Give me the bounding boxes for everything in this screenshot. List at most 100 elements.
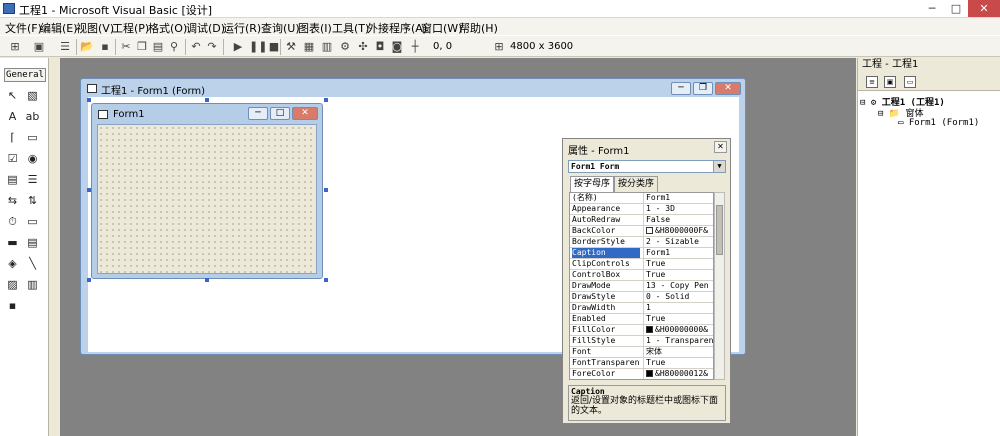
minimize-button[interactable]: ─ — [920, 0, 944, 17]
view-object-icon[interactable]: ▣ — [884, 76, 896, 88]
checkbox-tool-icon[interactable]: ☑ — [5, 151, 20, 166]
hscrollbar-tool-icon[interactable]: ⇆ — [5, 193, 20, 208]
menu-format[interactable]: 格式(O) — [148, 20, 187, 36]
property-value[interactable]: 1 - Transparent — [643, 336, 713, 346]
property-row[interactable]: DrawStyle 0 - Solid — [570, 292, 713, 303]
line-tool-icon[interactable]: ╲ — [25, 256, 40, 271]
vscrollbar-tool-icon[interactable]: ⇅ — [25, 193, 40, 208]
menu-editor-icon[interactable]: ☰ — [58, 40, 72, 53]
end-icon[interactable]: ■ — [267, 40, 281, 53]
property-row[interactable]: AutoRedraw False — [570, 215, 713, 226]
object-browser-icon[interactable]: ⚙ — [338, 40, 352, 53]
property-value[interactable]: &H8000000F& — [643, 226, 713, 236]
commandbutton-tool-icon[interactable]: ▭ — [25, 130, 40, 145]
picturebox-tool-icon[interactable]: ▧ — [25, 88, 40, 103]
cut-icon[interactable]: ✂ — [119, 40, 133, 53]
break-icon[interactable]: ❚❚ — [249, 40, 267, 53]
designer-minimize-button[interactable]: ─ — [671, 82, 691, 95]
tab-alphabetic[interactable]: 按字母序 — [570, 176, 615, 192]
form-layout-icon[interactable]: ▥ — [320, 40, 334, 53]
maximize-button[interactable]: □ — [944, 0, 968, 17]
resize-handle[interactable] — [324, 188, 328, 192]
listbox-tool-icon[interactable]: ☰ — [25, 172, 40, 187]
object-selector-combo[interactable]: Form1 Form ▼ — [568, 160, 726, 173]
property-value[interactable]: 1 - 3D — [643, 204, 713, 214]
properties-close-button[interactable]: ✕ — [714, 141, 727, 153]
add-project-icon[interactable]: ⊞ — [8, 40, 22, 53]
menu-file[interactable]: 文件(F) — [5, 20, 42, 36]
menu-edit[interactable]: 编辑(E) — [40, 20, 78, 36]
menu-tools[interactable]: 工具(T) — [332, 20, 369, 36]
component-manager-icon[interactable]: ◙ — [390, 40, 404, 53]
label-tool-icon[interactable]: A — [5, 109, 20, 124]
menu-view[interactable]: 视图(V) — [76, 20, 114, 36]
pointer-tool-icon[interactable]: ↖ — [5, 88, 20, 103]
property-value[interactable]: 1 — [643, 303, 713, 313]
tab-categorized[interactable]: 按分类序 — [614, 176, 659, 192]
form1-grid-surface[interactable] — [97, 124, 317, 274]
property-value[interactable]: &H80000012& — [643, 369, 713, 379]
property-row[interactable]: Font 宋体 — [570, 347, 713, 358]
property-row[interactable]: Enabled True — [570, 314, 713, 325]
resize-handle[interactable] — [87, 98, 91, 102]
menu-diagram[interactable]: 图表(I) — [298, 20, 332, 36]
ole-tool-icon[interactable]: ▪ — [5, 298, 20, 313]
dirlistbox-tool-icon[interactable]: ▬ — [5, 235, 20, 250]
copy-icon[interactable]: ❐ — [135, 40, 149, 53]
property-value[interactable]: 宋体 — [643, 347, 713, 357]
toggle-folders-icon[interactable]: ▭ — [904, 76, 916, 88]
image-tool-icon[interactable]: ▨ — [5, 277, 20, 292]
property-row[interactable]: FillColor &H00000000& — [570, 325, 713, 336]
resize-handle[interactable] — [324, 278, 328, 282]
property-row[interactable]: FontTransparent True — [570, 358, 713, 369]
resize-handle[interactable] — [87, 278, 91, 282]
resize-handle[interactable] — [205, 98, 209, 102]
property-grid-scrollbar[interactable] — [714, 192, 725, 380]
property-row[interactable]: (名称) Form1 — [570, 193, 713, 204]
property-value[interactable]: 2 - Sizable — [643, 237, 713, 247]
menu-query[interactable]: 查询(U) — [261, 20, 300, 36]
undo-icon[interactable]: ↶ — [189, 40, 203, 53]
property-value[interactable]: True — [643, 270, 713, 280]
view-code-icon[interactable]: ≡ — [866, 76, 878, 88]
form1-close-button[interactable]: ✕ — [292, 107, 318, 120]
property-value[interactable]: True — [643, 358, 713, 368]
open-project-icon[interactable]: 📂 — [80, 40, 94, 53]
close-button[interactable]: ✕ — [968, 0, 1000, 17]
timer-tool-icon[interactable]: ⏱ — [5, 214, 20, 229]
shape-tool-icon[interactable]: ◈ — [5, 256, 20, 271]
property-row[interactable]: BackColor &H8000000F& — [570, 226, 713, 237]
start-icon[interactable]: ▶ — [231, 40, 245, 53]
properties-window-icon[interactable]: ▦ — [302, 40, 316, 53]
menu-run[interactable]: 运行(R) — [223, 20, 261, 36]
menu-help[interactable]: 帮助(H) — [459, 20, 498, 36]
property-value[interactable]: False — [643, 215, 713, 225]
tree-node-form1[interactable]: ▭ Form1 (Form1) — [898, 118, 979, 128]
form1-window[interactable]: Form1 ─ □ ✕ — [91, 103, 323, 279]
property-row[interactable]: DrawMode 13 - Copy Pen — [570, 281, 713, 292]
chevron-down-icon[interactable]: ▼ — [713, 161, 725, 172]
redo-icon[interactable]: ↷ — [205, 40, 219, 53]
toolbox-tab-general[interactable]: General — [4, 68, 46, 82]
property-value[interactable]: Form1 — [643, 248, 713, 258]
property-row[interactable]: ForeColor &H80000012& — [570, 369, 713, 379]
property-row[interactable]: Caption Form1 — [570, 248, 713, 259]
property-row[interactable]: BorderStyle 2 - Sizable — [570, 237, 713, 248]
property-row[interactable]: ClipControls True — [570, 259, 713, 270]
scrollbar-thumb[interactable] — [716, 205, 723, 255]
property-row[interactable]: DrawWidth 1 — [570, 303, 713, 314]
optionbutton-tool-icon[interactable]: ◉ — [25, 151, 40, 166]
designer-restore-button[interactable]: ❐ — [693, 82, 713, 95]
property-row[interactable]: FillStyle 1 - Transparent — [570, 336, 713, 347]
property-value[interactable]: 0 - Solid — [643, 292, 713, 302]
paste-icon[interactable]: ▤ — [151, 40, 165, 53]
property-value[interactable]: True — [643, 314, 713, 324]
property-row[interactable]: Appearance 1 - 3D — [570, 204, 713, 215]
property-value[interactable]: Form1 — [643, 193, 713, 203]
toolbox-icon[interactable]: ✣ — [356, 40, 370, 53]
menu-debug[interactable]: 调试(D) — [186, 20, 225, 36]
menu-addins[interactable]: 外接程序(A) — [367, 20, 427, 36]
find-icon[interactable]: ⚲ — [167, 40, 181, 53]
textbox-tool-icon[interactable]: ab — [25, 109, 40, 124]
frame-tool-icon[interactable]: ⌈ — [5, 130, 20, 145]
